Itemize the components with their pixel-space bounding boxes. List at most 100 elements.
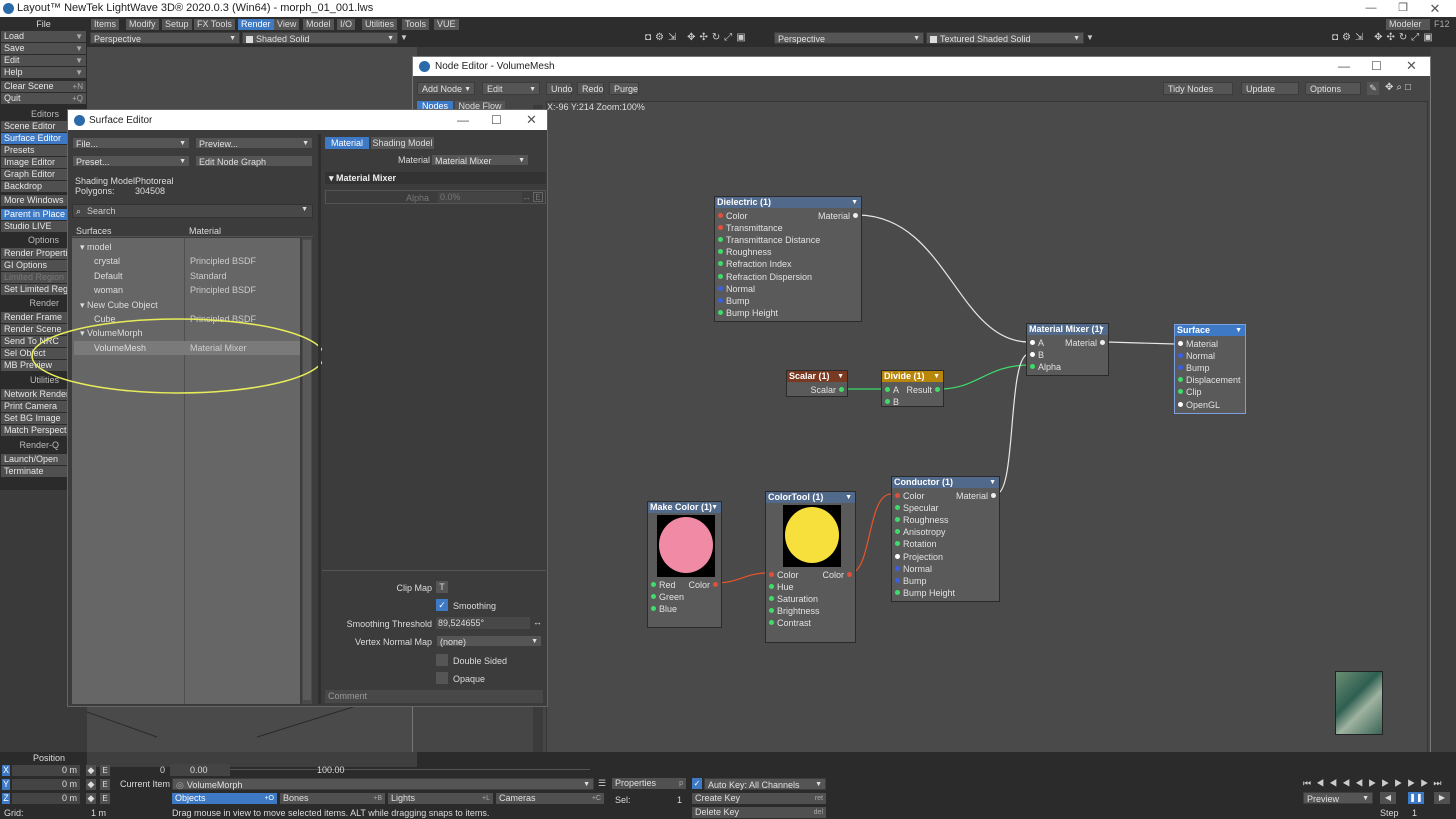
input-port-opengl[interactable]: OpenGL bbox=[1177, 399, 1220, 411]
surface-group-row[interactable]: ▾ New Cube Object bbox=[74, 298, 300, 312]
search-field[interactable]: ⌕ Search ▼ bbox=[72, 204, 313, 218]
input-port-color[interactable]: Color bbox=[717, 210, 748, 222]
clip-map-button[interactable]: T bbox=[436, 581, 448, 593]
threshold-slider-icon[interactable]: ↔ bbox=[533, 617, 542, 627]
smoothing-checkbox[interactable]: ✓ bbox=[436, 599, 448, 611]
menu-tab-items[interactable]: Items bbox=[91, 19, 120, 30]
input-port-displacement[interactable]: Displacement bbox=[1177, 374, 1241, 386]
file-help-button[interactable]: Help ▼ bbox=[1, 67, 86, 78]
input-port-contrast[interactable]: Contrast bbox=[768, 617, 811, 629]
node-material-mixer[interactable]: Material Mixer (1) ▼ Material A B Alpha bbox=[1026, 323, 1109, 377]
input-port-color[interactable]: Color bbox=[768, 569, 799, 581]
input-port-a[interactable]: A bbox=[884, 384, 899, 396]
input-port-roughness[interactable]: Roughness bbox=[894, 514, 949, 526]
menu-tab-setup[interactable]: Setup bbox=[162, 19, 192, 30]
node-header[interactable]: Scalar (1) ▼ bbox=[787, 371, 847, 382]
chevron-down-icon[interactable]: ▼ bbox=[837, 371, 844, 382]
viewport2-mode-dropdown[interactable]: Perspective ▼ bbox=[774, 32, 924, 44]
input-port-anisotropy[interactable]: Anisotropy bbox=[894, 526, 946, 538]
cameras-button[interactable]: Cameras +C bbox=[496, 793, 604, 804]
viewport2-options-icon[interactable]: ▼ bbox=[1086, 33, 1094, 42]
close-icon[interactable]: ✕ bbox=[1406, 58, 1417, 74]
node-scalar[interactable]: Scalar (1) ▼ Scalar bbox=[786, 370, 848, 398]
input-port-refraction-index[interactable]: Refraction Index bbox=[717, 258, 792, 270]
close-icon[interactable]: ✕ bbox=[526, 112, 537, 128]
minimize-icon[interactable]: — bbox=[1356, 0, 1386, 17]
input-port-saturation[interactable]: Saturation bbox=[768, 593, 818, 605]
undo-button[interactable]: Undo bbox=[546, 82, 573, 95]
file-save-button[interactable]: Save ▼ bbox=[1, 43, 86, 54]
clear-scene-button[interactable]: Clear Scene +N bbox=[1, 81, 86, 92]
opaque-checkbox[interactable] bbox=[436, 672, 448, 684]
menu-tab-i-o[interactable]: I/O bbox=[337, 19, 356, 30]
input-port-b[interactable]: B bbox=[1029, 349, 1044, 361]
node-header[interactable]: Divide (1) ▼ bbox=[882, 371, 943, 382]
alpha-field[interactable]: 0.0% bbox=[438, 192, 522, 203]
menu-tab-modify[interactable]: Modify bbox=[126, 19, 159, 30]
options-button[interactable]: Options bbox=[1305, 82, 1361, 95]
menu-tab-view[interactable]: View bbox=[274, 19, 300, 30]
preview-dropdown[interactable]: Preview... ▼ bbox=[195, 137, 313, 149]
smoothing-threshold-field[interactable]: 89,524655° bbox=[436, 617, 530, 629]
node-graph-canvas[interactable]: X:-96 Y:214 Zoom:100% Dielectric (1) ▼ Mat… bbox=[546, 101, 1428, 766]
preview-dropdown[interactable]: Preview ▼ bbox=[1303, 792, 1373, 804]
z-lock-icon[interactable]: ◆ bbox=[86, 793, 96, 804]
modeler-button[interactable]: Modeler bbox=[1386, 19, 1430, 30]
surface-group-row[interactable]: ▾ model bbox=[74, 240, 300, 254]
input-port-roughness[interactable]: Roughness bbox=[717, 246, 772, 258]
create-key-button[interactable]: Create Key ret bbox=[692, 793, 826, 804]
surface-row[interactable]: woman Principled BSDF bbox=[74, 283, 300, 297]
input-port-projection[interactable]: Projection bbox=[894, 551, 943, 563]
edit-node-graph-button[interactable]: Edit Node Graph bbox=[195, 155, 313, 167]
file-menu-header[interactable]: File bbox=[0, 18, 87, 30]
menu-tab-render[interactable]: Render bbox=[238, 19, 274, 30]
output-port[interactable]: Scalar bbox=[810, 384, 845, 396]
grid-value[interactable]: 1 m bbox=[60, 808, 106, 818]
render-thumbnail[interactable] bbox=[1335, 671, 1383, 735]
step-back-icon[interactable]: ◀ bbox=[1380, 792, 1396, 804]
play-icon[interactable]: ▶ bbox=[1434, 792, 1450, 804]
input-port-rotation[interactable]: Rotation bbox=[894, 538, 937, 550]
input-port-clip[interactable]: Clip bbox=[1177, 386, 1202, 398]
preset-dropdown[interactable]: Preset... ▼ bbox=[72, 155, 190, 167]
chevron-down-icon[interactable]: ▼ bbox=[845, 492, 852, 503]
menu-tab-utilities[interactable]: Utilities bbox=[362, 19, 398, 30]
node-dielectric[interactable]: Dielectric (1) ▼ Material Color Transmittanc… bbox=[714, 196, 862, 322]
x-position-field[interactable]: 0 m bbox=[12, 765, 80, 776]
chevron-down-icon[interactable]: ▼ bbox=[851, 197, 858, 208]
input-port-transmittance[interactable]: Transmittance bbox=[717, 222, 783, 234]
x-lock-icon[interactable]: ◆ bbox=[86, 765, 96, 776]
tab-shading-model[interactable]: Shading Model bbox=[371, 137, 434, 149]
restore-icon[interactable]: ❐ bbox=[1388, 0, 1418, 17]
redo-button[interactable]: Redo bbox=[577, 82, 604, 95]
z-envelope-button[interactable]: E bbox=[100, 793, 110, 804]
menu-tab-vue[interactable]: VUE bbox=[434, 19, 459, 30]
input-port-transmittance-distance[interactable]: Transmittance Distance bbox=[717, 234, 820, 246]
surface-row[interactable]: crystal Principled BSDF bbox=[74, 254, 300, 268]
tab-material[interactable]: Material bbox=[325, 137, 369, 149]
menu-tab-model[interactable]: Model bbox=[303, 19, 334, 30]
output-port[interactable]: Material bbox=[1065, 337, 1106, 349]
input-port-bump[interactable]: Bump bbox=[717, 295, 750, 307]
alpha-envelope-button[interactable]: E bbox=[533, 192, 543, 202]
node-conductor[interactable]: Conductor (1) ▼ Material Color Specular Rough… bbox=[891, 476, 1000, 602]
chevron-down-icon[interactable]: ▼ bbox=[301, 206, 308, 213]
input-port-red[interactable]: Red bbox=[650, 579, 676, 591]
input-port-bump[interactable]: Bump bbox=[1177, 362, 1210, 374]
viewport1-options-icon[interactable]: ▼ bbox=[400, 33, 408, 42]
chevron-down-icon[interactable]: ▼ bbox=[933, 371, 940, 382]
node-divide[interactable]: Divide (1) ▼ Result A B bbox=[881, 370, 944, 407]
graph-nav-icons[interactable]: ✥⌕□ bbox=[1385, 82, 1429, 95]
input-port-bump[interactable]: Bump bbox=[894, 575, 927, 587]
input-port-hue[interactable]: Hue bbox=[768, 581, 794, 593]
add-node-dropdown[interactable]: Add Node ▼ bbox=[417, 82, 475, 95]
file-load-button[interactable]: Load ▼ bbox=[1, 31, 86, 42]
viewport1-mode-dropdown[interactable]: Perspective ▼ bbox=[90, 32, 240, 44]
auto-key-dropdown[interactable]: Auto Key: All Channels ▼ bbox=[704, 778, 826, 790]
double-sided-checkbox[interactable] bbox=[436, 654, 448, 666]
alpha-slider-icon[interactable]: ↔ bbox=[522, 192, 531, 202]
output-port[interactable]: Color bbox=[688, 579, 719, 591]
lights-button[interactable]: Lights +L bbox=[388, 793, 493, 804]
x-envelope-button[interactable]: E bbox=[100, 765, 110, 776]
section-header[interactable]: ▾ Material Mixer bbox=[325, 172, 546, 184]
